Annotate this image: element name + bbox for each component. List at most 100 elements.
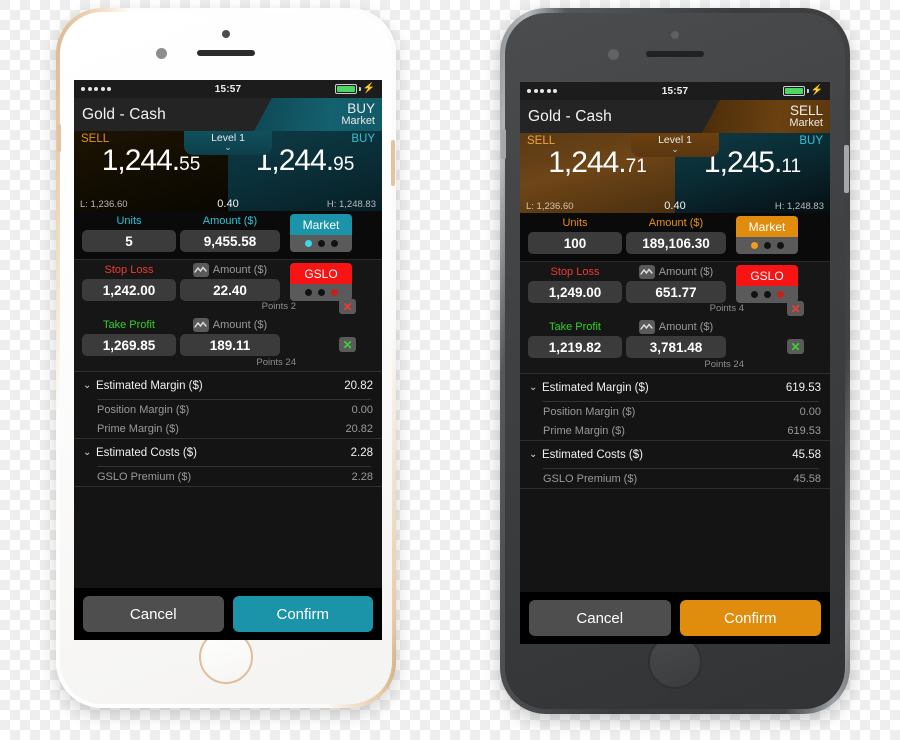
- status-bar-clock: 15:57: [214, 83, 242, 95]
- units-amount-input[interactable]: 189,106.30: [626, 232, 726, 254]
- swap-units-icon[interactable]: [192, 263, 209, 277]
- summary-sub-value: 20.82: [345, 422, 373, 435]
- confirm-button[interactable]: Confirm: [232, 596, 373, 632]
- stop-loss-price-input[interactable]: 1,242.00: [82, 279, 176, 301]
- level-selector[interactable]: Level 1 ⌄: [184, 131, 272, 155]
- screen-left: 15:57 ⚡ Gold - Cash BUY Market SELL 1,24…: [74, 80, 382, 640]
- level-selector[interactable]: Level 1 ⌄: [631, 133, 719, 157]
- summary-sub-value: 0.00: [799, 405, 821, 418]
- units-row: Units 100 Amount ($) 189,106.30 Market: [520, 213, 830, 261]
- stop-loss-row: Stop Loss 1,242.00 Amount ($) 22.40 GSLO: [74, 259, 382, 315]
- gslo-toggle[interactable]: GSLO: [736, 265, 798, 286]
- volume-buttons[interactable]: [57, 124, 61, 152]
- summary-value: 45.58: [792, 448, 821, 461]
- summary-group-header[interactable]: ⌄ Estimated Margin ($) 619.53: [529, 374, 821, 401]
- gslo-toggle[interactable]: GSLO: [290, 263, 352, 284]
- take-profit-amount-input[interactable]: 189.11: [180, 334, 280, 356]
- summary-group-header[interactable]: ⌄ Estimated Costs ($) 2.28: [83, 439, 373, 466]
- chevron-down-icon: ⌄: [83, 446, 92, 458]
- power-button[interactable]: [844, 145, 849, 193]
- order-title-bar: Gold - Cash BUY Market: [74, 98, 382, 131]
- units-amount-label: Amount ($): [648, 217, 704, 229]
- order-type-dots[interactable]: [290, 235, 352, 252]
- take-profit-remove-button[interactable]: ✕: [787, 339, 804, 354]
- take-profit-price-input[interactable]: 1,269.85: [82, 334, 176, 356]
- summary-sub-row: Prime Margin ($) 619.53: [529, 421, 821, 440]
- earpiece-speaker-icon: [197, 50, 255, 56]
- units-input[interactable]: 100: [528, 232, 622, 254]
- stop-loss-price-input[interactable]: 1,249.00: [528, 281, 622, 303]
- swap-units-icon[interactable]: [192, 318, 209, 332]
- chevron-down-icon: ⌄: [529, 381, 538, 393]
- summary-sub-value: 619.53: [787, 424, 821, 437]
- summary-sub-label: Prime Margin ($): [543, 424, 625, 437]
- status-bar: 15:57 ⚡: [74, 80, 382, 98]
- order-mode-label: Market: [789, 116, 823, 129]
- front-camera-icon: [671, 31, 679, 39]
- summary-sub-label: Position Margin ($): [543, 405, 636, 418]
- units-amount-label: Amount ($): [202, 215, 258, 227]
- cancel-button[interactable]: Cancel: [83, 596, 224, 632]
- order-type-toggle[interactable]: Market: [290, 214, 352, 235]
- units-row: Units 5 Amount ($) 9,455.58 Market: [74, 211, 382, 259]
- confirm-button[interactable]: Confirm: [679, 600, 821, 636]
- summary-group-header[interactable]: ⌄ Estimated Costs ($) 45.58: [529, 441, 821, 468]
- order-title-bar: Gold - Cash SELL Market: [520, 100, 830, 133]
- chevron-down-icon: ⌄: [224, 142, 232, 152]
- order-direction-badge[interactable]: BUY Market: [254, 98, 382, 131]
- summary-sub-row: Position Margin ($) 0.00: [83, 400, 373, 419]
- summary-sub-row: GSLO Premium ($) 45.58: [529, 469, 821, 488]
- summary-group-costs: ⌄ Estimated Costs ($) 45.58 GSLO Premium…: [520, 441, 830, 489]
- stop-loss-remove-button[interactable]: ✕: [787, 301, 804, 316]
- power-button[interactable]: [391, 140, 395, 186]
- summary-group-margin: ⌄ Estimated Margin ($) 20.82 Position Ma…: [74, 372, 382, 439]
- order-mode-label: Market: [341, 114, 375, 127]
- stop-loss-amount-label: Amount ($): [658, 266, 714, 278]
- instrument-name: Gold - Cash: [82, 105, 166, 123]
- status-bar: 15:57 ⚡: [520, 82, 830, 100]
- cancel-button[interactable]: Cancel: [529, 600, 671, 636]
- status-bar-clock: 15:57: [661, 85, 689, 97]
- take-profit-remove-button[interactable]: ✕: [339, 337, 356, 352]
- order-direction-label: BUY: [347, 100, 375, 116]
- summary-sub-value: 2.28: [351, 470, 373, 483]
- stop-loss-amount-input[interactable]: 22.40: [180, 279, 280, 301]
- earpiece-speaker-icon: [646, 51, 704, 57]
- units-label: Units: [116, 215, 142, 227]
- summary-value: 2.28: [350, 446, 373, 459]
- take-profit-amount-input[interactable]: 3,781.48: [626, 336, 726, 358]
- spread-value: 0.40: [664, 200, 686, 212]
- chevron-down-icon: ⌄: [83, 379, 92, 391]
- summary-sub-row: GSLO Premium ($) 2.28: [83, 467, 373, 486]
- take-profit-row: Take Profit 1,269.85 Amount ($) 189.11 P…: [74, 315, 382, 371]
- order-direction-label: SELL: [789, 102, 823, 118]
- spread-value: 0.40: [217, 198, 239, 210]
- summary-sub-value: 0.00: [351, 403, 373, 416]
- swap-units-icon[interactable]: [638, 320, 655, 334]
- summary-label: Estimated Costs ($): [96, 446, 197, 459]
- summary-sub-label: GSLO Premium ($): [543, 472, 638, 485]
- summary-label: Estimated Costs ($): [542, 448, 643, 461]
- take-profit-price-input[interactable]: 1,219.82: [528, 336, 622, 358]
- proximity-sensor-icon: [608, 49, 619, 60]
- swap-units-icon[interactable]: [638, 265, 655, 279]
- volume-buttons[interactable]: [501, 129, 506, 159]
- stop-loss-remove-button[interactable]: ✕: [339, 299, 356, 314]
- stop-loss-label: Stop Loss: [550, 266, 600, 278]
- summary-group-costs: ⌄ Estimated Costs ($) 2.28 GSLO Premium …: [74, 439, 382, 487]
- order-summary: ⌄ Estimated Margin ($) 20.82 Position Ma…: [74, 371, 382, 588]
- stop-loss-amount-input[interactable]: 651.77: [626, 281, 726, 303]
- order-type-dots[interactable]: [736, 237, 798, 254]
- summary-label: Estimated Margin ($): [96, 379, 203, 392]
- stop-loss-label: Stop Loss: [104, 264, 154, 276]
- summary-sub-row: Prime Margin ($) 20.82: [83, 419, 373, 438]
- units-input[interactable]: 5: [82, 230, 176, 252]
- phone-left: 15:57 ⚡ Gold - Cash BUY Market SELL 1,24…: [56, 8, 396, 708]
- order-type-toggle[interactable]: Market: [736, 216, 798, 237]
- summary-group-header[interactable]: ⌄ Estimated Margin ($) 20.82: [83, 372, 373, 399]
- summary-sub-value: 45.58: [793, 472, 821, 485]
- take-profit-amount-label: Amount ($): [212, 319, 268, 331]
- units-label: Units: [562, 217, 588, 229]
- order-direction-badge[interactable]: SELL Market: [702, 100, 830, 133]
- units-amount-input[interactable]: 9,455.58: [180, 230, 280, 252]
